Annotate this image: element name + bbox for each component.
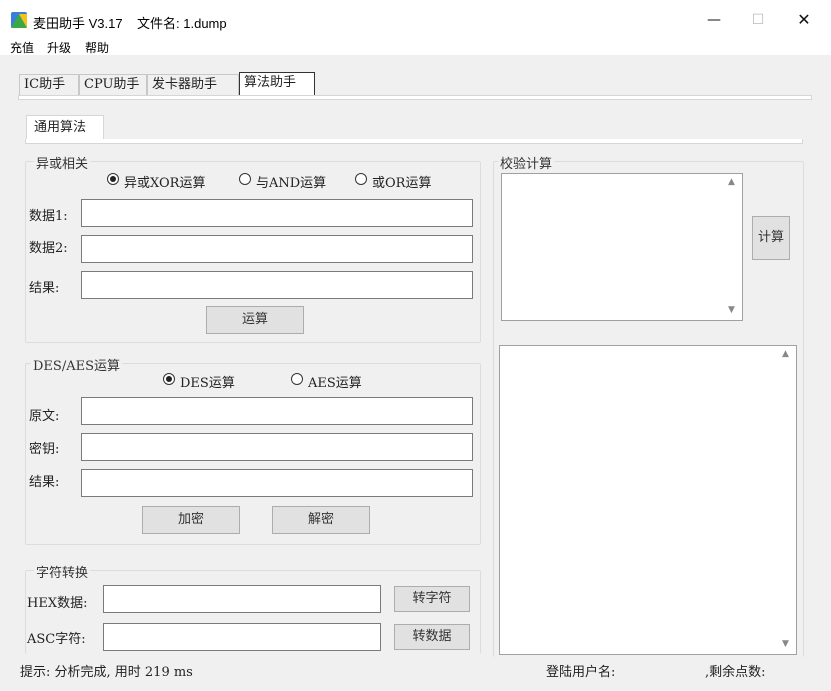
tab-cpu[interactable]: CPU助手 — [79, 74, 147, 95]
scroll-up-icon[interactable]: ▲ — [728, 177, 735, 187]
window-title: 麦田助手 V3.17 文件名: 1.dump — [33, 16, 227, 31]
des-group-title: DES/AES运算 — [31, 355, 122, 374]
hex-data-input[interactable] — [103, 585, 381, 613]
radio-or-label: 或OR运算 — [372, 176, 432, 191]
menu-help[interactable]: 帮助 — [85, 39, 109, 56]
xor-result-label: 结果: — [29, 281, 60, 296]
menu-bar — [0, 38, 831, 55]
des-result-input[interactable] — [81, 469, 473, 497]
checksum-group-title: 校验计算 — [498, 153, 555, 172]
des-result-label: 结果: — [29, 475, 60, 490]
close-button[interactable]: ✕ — [789, 8, 819, 32]
menu-upgrade[interactable]: 升级 — [47, 39, 71, 56]
radio-des-label: DES运算 — [180, 376, 235, 391]
checksum-input[interactable] — [501, 173, 743, 321]
checksum-output[interactable] — [499, 345, 797, 655]
calculate-button[interactable]: 计算 — [752, 216, 790, 260]
radio-and-label: 与AND运算 — [256, 176, 327, 191]
minimize-button[interactable]: — — [699, 8, 729, 32]
plaintext-input[interactable] — [81, 397, 473, 425]
data2-label: 数据2: — [29, 241, 68, 256]
key-input[interactable] — [81, 433, 473, 461]
tab-algorithm[interactable]: 算法助手 — [239, 72, 315, 95]
user-name-label: 登陆用户名: — [546, 665, 616, 680]
app-logo-icon — [11, 12, 27, 28]
subtab-general[interactable]: 通用算法 — [26, 115, 104, 140]
xor-result-input[interactable] — [81, 271, 473, 299]
status-hint: 提示: 分析完成, 用时 219 ms — [20, 665, 193, 680]
scroll-up-icon[interactable]: ▲ — [782, 349, 789, 359]
radio-xor[interactable] — [107, 173, 119, 185]
subtab-panel — [25, 139, 803, 144]
compute-button[interactable]: 运算 — [206, 306, 304, 334]
to-char-button[interactable]: 转字符 — [394, 586, 470, 612]
tab-card-writer[interactable]: 发卡器助手 — [147, 74, 239, 95]
encrypt-button[interactable]: 加密 — [142, 506, 240, 534]
radio-des[interactable] — [163, 373, 175, 385]
radio-and[interactable] — [239, 173, 251, 185]
char-group-title: 字符转换 — [34, 562, 91, 581]
to-data-button[interactable]: 转数据 — [394, 624, 470, 650]
data1-label: 数据1: — [29, 209, 68, 224]
tab-ic[interactable]: IC助手 — [19, 74, 79, 95]
main-tab-panel — [18, 95, 812, 100]
hex-data-label: HEX数据: — [27, 596, 88, 611]
radio-aes-label: AES运算 — [308, 376, 362, 391]
asc-char-label: ASC字符: — [27, 632, 86, 647]
data2-input[interactable] — [81, 235, 473, 263]
menu-recharge[interactable]: 充值 — [10, 39, 34, 56]
key-label: 密钥: — [29, 442, 60, 457]
remaining-points-label: ,剩余点数: — [705, 665, 766, 680]
plaintext-label: 原文: — [29, 409, 60, 424]
xor-group-title: 异或相关 — [34, 153, 91, 172]
radio-aes[interactable] — [291, 373, 303, 385]
asc-char-input[interactable] — [103, 623, 381, 651]
data1-input[interactable] — [81, 199, 473, 227]
scroll-down-icon[interactable]: ▼ — [728, 305, 735, 315]
radio-or[interactable] — [355, 173, 367, 185]
radio-xor-label: 异或XOR运算 — [124, 176, 206, 191]
decrypt-button[interactable]: 解密 — [272, 506, 370, 534]
scroll-down-icon[interactable]: ▼ — [782, 639, 789, 649]
maximize-button[interactable]: ☐ — [743, 8, 773, 32]
